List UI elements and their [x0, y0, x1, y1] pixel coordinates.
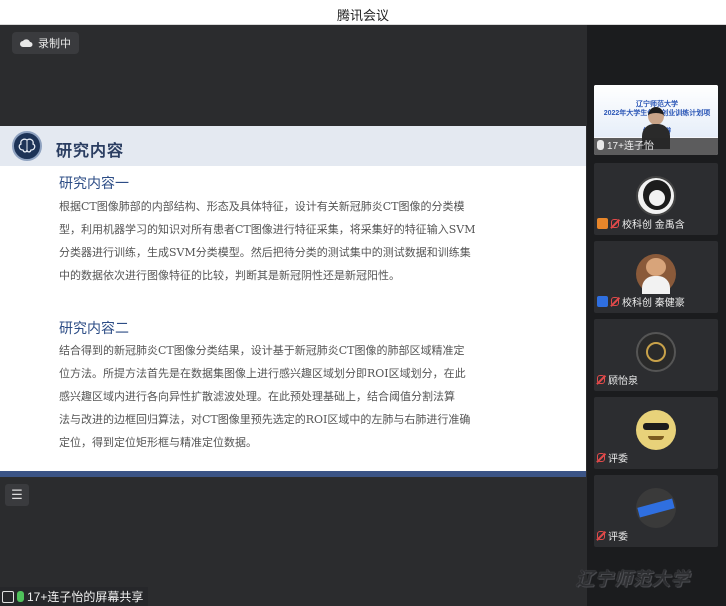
participant-tile-3[interactable]: 校科创 秦健豪	[594, 241, 718, 313]
participant-tile-1[interactable]: 辽宁师范大学 2022年大学生创新创业训练计划项目 结题答辩 17+连子怡	[594, 85, 718, 155]
participant-name: 校科创 金禹含	[622, 220, 685, 231]
participant-name: 校科创 秦健豪	[622, 298, 685, 309]
avatar	[636, 410, 676, 450]
participant-label: 17+连子怡	[597, 137, 654, 152]
avatar	[636, 488, 676, 528]
screen-share-icon	[2, 590, 14, 603]
mic-muted-icon	[611, 297, 619, 306]
body-line: 结合得到的新冠肺炎CT图像分类结果，设计基于新冠肺炎CT图像的肺部区域精准定	[59, 344, 465, 357]
window-title: 腾讯会议	[336, 8, 389, 23]
slide-footer-bar	[0, 471, 586, 477]
cloud-icon	[20, 38, 33, 47]
participant-label: 校科创 金禹含	[597, 216, 685, 231]
avatar	[636, 254, 676, 294]
section-heading-2: 研究内容二	[59, 321, 129, 337]
user-badge-icon	[597, 218, 608, 229]
participant-tile-2[interactable]: 校科创 金禹含	[594, 163, 718, 235]
avatar	[636, 176, 676, 216]
shared-slide: 研究内容 研究内容一 根据CT图像肺部的内部结构、形态及具体特征，设计有关新冠肺…	[0, 126, 586, 477]
mic-muted-icon	[597, 375, 605, 384]
body-line: 中的数据依次进行图像特征的比较，判断其是新冠阴性还是新冠阳性。	[59, 269, 400, 282]
body-line: 型，利用机器学习的知识对所有患者CT图像进行特征采集，将采集好的特征输入SVM	[59, 223, 476, 236]
screen-share-label: 17+连子怡的屏幕共享	[27, 590, 144, 604]
participant-tile-6[interactable]: 评委	[594, 475, 718, 547]
body-line: 法与改进的边框回归算法，对CT图像里预先选定的ROI区域中的左肺与右肺进行准确	[59, 413, 471, 426]
mic-muted-icon	[597, 531, 605, 540]
mic-icon	[597, 139, 604, 150]
screen-share-bar[interactable]: 17+连子怡的屏幕共享	[0, 587, 149, 606]
slide-title: 研究内容	[56, 141, 125, 160]
participant-label: 校科创 秦健豪	[597, 294, 685, 309]
section-body-2: 结合得到的新冠肺炎CT图像分类结果，设计基于新冠肺炎CT图像的肺部区域精准定 位…	[59, 339, 509, 454]
body-line: 位方法。所提方法首先是在数据集图像上进行感兴趣区域划分即ROI区域划分，在此	[59, 367, 466, 380]
participant-name: 评委	[608, 454, 628, 465]
participant-label: 评委	[597, 450, 628, 465]
user-badge-icon	[597, 296, 608, 307]
participant-label: 顾怡泉	[597, 372, 638, 387]
participant-tile-5[interactable]: 评委	[594, 397, 718, 469]
body-line: 分类器进行训练，生成SVM分类模型。然后把待分类的测试集中的测试数据和训练集	[59, 246, 471, 259]
participant-label: 评委	[597, 528, 628, 543]
slide-header: 研究内容	[0, 126, 586, 166]
body-line: 感兴趣区域内进行各向异性扩散滤波处理。在此预处理基础上，结合阈值分割法算	[59, 390, 455, 403]
participant-name: 评委	[608, 532, 628, 543]
mic-muted-icon	[611, 219, 619, 228]
university-watermark: 辽宁师范大学	[576, 569, 690, 590]
avatar	[636, 332, 676, 372]
brain-icon	[12, 131, 42, 161]
recording-label: 录制中	[38, 38, 71, 50]
body-line: 定位，得到定位矩形框与精准定位数据。	[59, 436, 257, 449]
body-line: 根据CT图像肺部的内部结构、形态及具体特征，设计有关新冠肺炎CT图像的分类模	[59, 200, 465, 213]
list-menu-button[interactable]: ☰	[5, 484, 29, 506]
mic-muted-icon	[597, 453, 605, 462]
mic-on-icon	[17, 591, 24, 602]
participant-name: 顾怡泉	[608, 376, 638, 387]
section-body-1: 根据CT图像肺部的内部结构、形态及具体特征，设计有关新冠肺炎CT图像的分类模 型…	[59, 195, 509, 287]
section-heading-1: 研究内容一	[59, 176, 129, 192]
participant-name: 17+连子怡	[607, 141, 654, 152]
title-bar: 腾讯会议	[0, 0, 726, 25]
recording-indicator[interactable]: 录制中	[12, 32, 79, 54]
participant-tile-4[interactable]: 顾怡泉	[594, 319, 718, 391]
